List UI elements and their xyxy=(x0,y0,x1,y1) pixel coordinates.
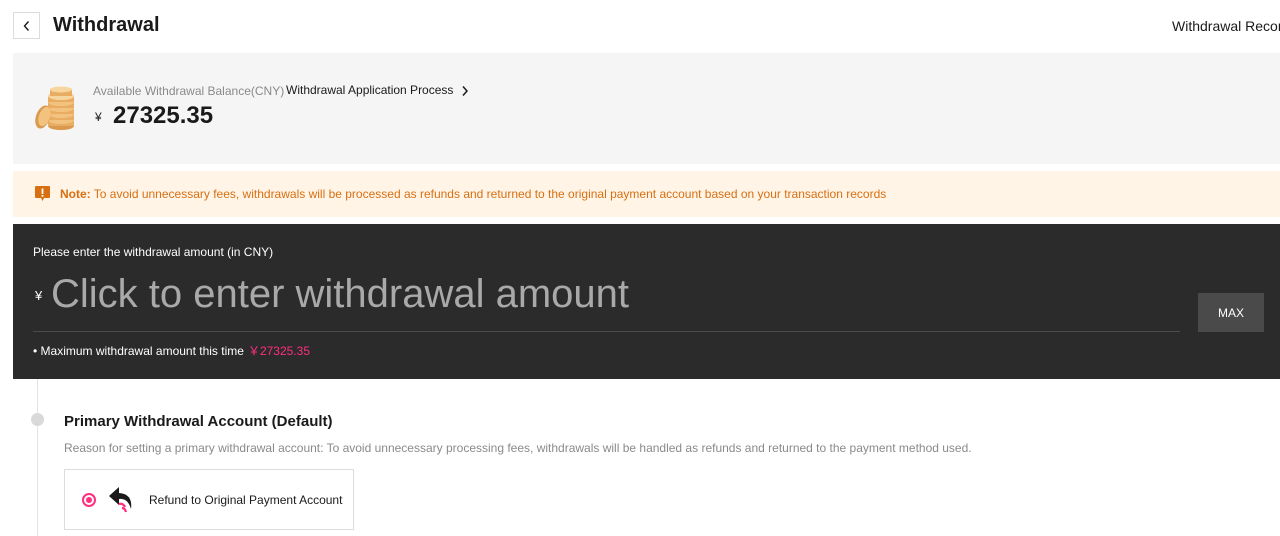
coin-stack-icon xyxy=(35,86,74,130)
note-message: To avoid unnecessary fees, withdrawals w… xyxy=(93,187,887,201)
account-reason-text: Reason for setting a primary withdrawal … xyxy=(64,441,972,455)
page-header: Withdrawal Withdrawal Record xyxy=(0,0,1280,52)
withdrawal-amount-input[interactable] xyxy=(51,270,1176,318)
account-option-label: Refund to Original Payment Account xyxy=(149,493,343,507)
withdrawal-process-label: Withdrawal Application Process xyxy=(286,83,454,97)
radio-selected[interactable] xyxy=(82,493,96,507)
amount-currency-symbol: ¥ xyxy=(35,288,43,303)
refund-arrow-icon xyxy=(109,487,132,513)
chevron-left-icon xyxy=(23,20,29,31)
max-withdrawal-label: • Maximum withdrawal amount this time xyxy=(33,344,244,358)
timeline-line xyxy=(37,379,38,536)
withdrawal-amount-panel: Please enter the withdrawal amount (in C… xyxy=(13,224,1280,379)
chevron-right-icon xyxy=(462,85,469,96)
max-withdrawal-note: • Maximum withdrawal amount this time ￥27… xyxy=(33,344,310,358)
balance-panel: Available Withdrawal Balance(CNY) Withdr… xyxy=(13,53,1280,164)
withdrawal-record-link[interactable]: Withdrawal Record xyxy=(1172,17,1280,35)
timeline-dot xyxy=(31,413,44,426)
note-prefix: Note: xyxy=(60,187,91,201)
refund-original-account-option[interactable]: Refund to Original Payment Account xyxy=(64,469,354,530)
amount-entry-title: Please enter the withdrawal amount (in C… xyxy=(33,245,274,259)
max-button[interactable]: MAX xyxy=(1198,293,1264,332)
balance-amount: 27325.35 xyxy=(113,102,214,129)
balance-label: Available Withdrawal Balance(CNY) xyxy=(93,84,285,98)
note-text: Note: To avoid unnecessary fees, withdra… xyxy=(60,187,886,201)
max-withdrawal-value: ￥27325.35 xyxy=(247,344,310,358)
warning-icon xyxy=(35,186,50,201)
balance-currency-symbol: ¥ xyxy=(95,110,102,124)
back-button[interactable] xyxy=(13,12,40,39)
amount-divider xyxy=(33,331,1180,332)
note-banner: Note: To avoid unnecessary fees, withdra… xyxy=(13,171,1280,217)
page-title: Withdrawal xyxy=(53,14,160,36)
account-section-title: Primary Withdrawal Account (Default) xyxy=(64,413,333,430)
withdrawal-process-link[interactable]: Withdrawal Application Process xyxy=(286,83,469,98)
